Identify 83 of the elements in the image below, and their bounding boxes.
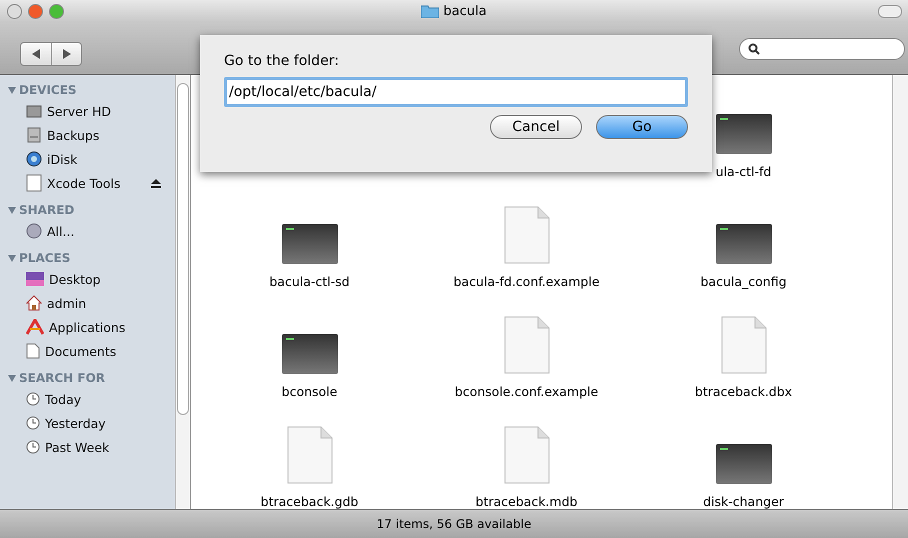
terminal-icon [716,444,772,484]
sidebar-item-label: Past Week [45,440,110,454]
file-name[interactable]: ula-ctl-fd [716,164,772,179]
terminal-icon [282,224,338,264]
file-name[interactable]: bconsole.conf.example [454,384,598,399]
scrollbar[interactable] [175,75,190,509]
sidebar-item-label: Xcode Tools [47,176,120,190]
terminal-icon [716,224,772,264]
sidebar-item-label: All... [47,224,74,238]
file-name[interactable]: bacula_config [700,274,787,289]
sidebar-item-label: Yesterday [45,416,106,430]
sidebar-item-label: Applications [49,320,126,334]
document-icon [504,206,550,264]
back-arrow-icon [32,49,40,59]
document-icon [286,426,332,484]
search-icon [748,43,760,55]
sidebar-item-label: admin [47,296,86,310]
scrollbar-thumb[interactable] [177,83,189,415]
sidebar-item[interactable]: Documents [8,339,175,363]
sidebar-item-label: Server HD [47,104,111,118]
sidebar-item[interactable]: Yesterday [8,411,175,435]
document-icon [720,316,766,374]
hard-drive-icon [26,103,42,119]
default-button[interactable]: Go [596,115,688,139]
file-name[interactable]: bconsole [282,384,338,399]
window-title: bacula [443,4,487,18]
sidebar-item-label: Documents [45,344,116,358]
close-button[interactable] [7,4,22,18]
expanded-triangle-icon [8,374,16,382]
terminal-icon [282,334,338,374]
file-name[interactable]: bacula-fd.conf.example [453,274,600,289]
sidebar-item[interactable]: Xcode Tools [8,171,175,195]
network-icon [26,223,42,239]
clock-icon [26,416,40,430]
sidebar-item[interactable]: Today [8,387,175,411]
expanded-triangle-icon [8,254,16,262]
house-icon [26,295,42,311]
file-name[interactable]: bacula-ctl-sd [269,274,350,289]
section-title: DEVICES [19,83,77,97]
status-text: 17 items, 56 GB available [376,517,532,531]
document-icon [504,426,550,484]
dialog-button[interactable]: Cancel [490,115,582,139]
sidebar-item[interactable]: Desktop [8,267,175,291]
clock-icon [26,392,40,406]
document-icon [504,316,550,374]
volume-icon [26,174,42,192]
section-title: SEARCH FOR [19,371,106,385]
document-icon [26,343,40,359]
zoom-button[interactable] [49,4,64,18]
sidebar-item-label: Today [45,392,82,406]
sidebar-item[interactable]: All... [8,219,175,243]
sidebar-item-label: Backups [47,128,100,142]
section-title: PLACES [19,251,70,265]
forward-arrow-icon [62,49,70,59]
sidebar-item[interactable]: Applications [8,315,175,339]
folder-icon [421,4,440,18]
sidebar-item[interactable]: Past Week [8,435,175,459]
file-name[interactable]: btraceback.dbx [694,384,792,399]
section-title: SHARED [19,203,74,217]
expanded-triangle-icon [8,206,16,214]
sidebar-item[interactable]: admin [8,291,175,315]
toolbar-toggle-button[interactable] [878,5,902,18]
minimize-button[interactable] [28,4,43,18]
clock-icon [26,440,40,454]
globe-icon [26,151,42,167]
sidebar-item[interactable]: iDisk [8,147,175,171]
sidebar-item[interactable]: Server HD [8,99,175,123]
file-name[interactable]: btraceback.gdb [260,494,358,509]
file-name[interactable]: disk-changer [703,494,784,509]
folder-path-field[interactable]: /opt/local/etc/bacula/ [224,77,688,107]
search-field[interactable] [739,38,905,60]
sidebar-item-label: iDisk [47,152,78,166]
drive-icon [26,127,42,143]
scrollbar[interactable] [892,75,908,509]
terminal-icon [716,114,772,154]
applications-icon [26,319,44,335]
desktop-icon [26,272,44,286]
file-name[interactable]: btraceback.mdb [476,494,578,509]
sidebar-item[interactable]: Backups [8,123,175,147]
dialog-prompt: Go to the folder: [224,53,340,69]
expanded-triangle-icon [8,86,16,94]
sidebar-item-label: Desktop [49,272,101,286]
eject-icon[interactable] [151,178,161,188]
